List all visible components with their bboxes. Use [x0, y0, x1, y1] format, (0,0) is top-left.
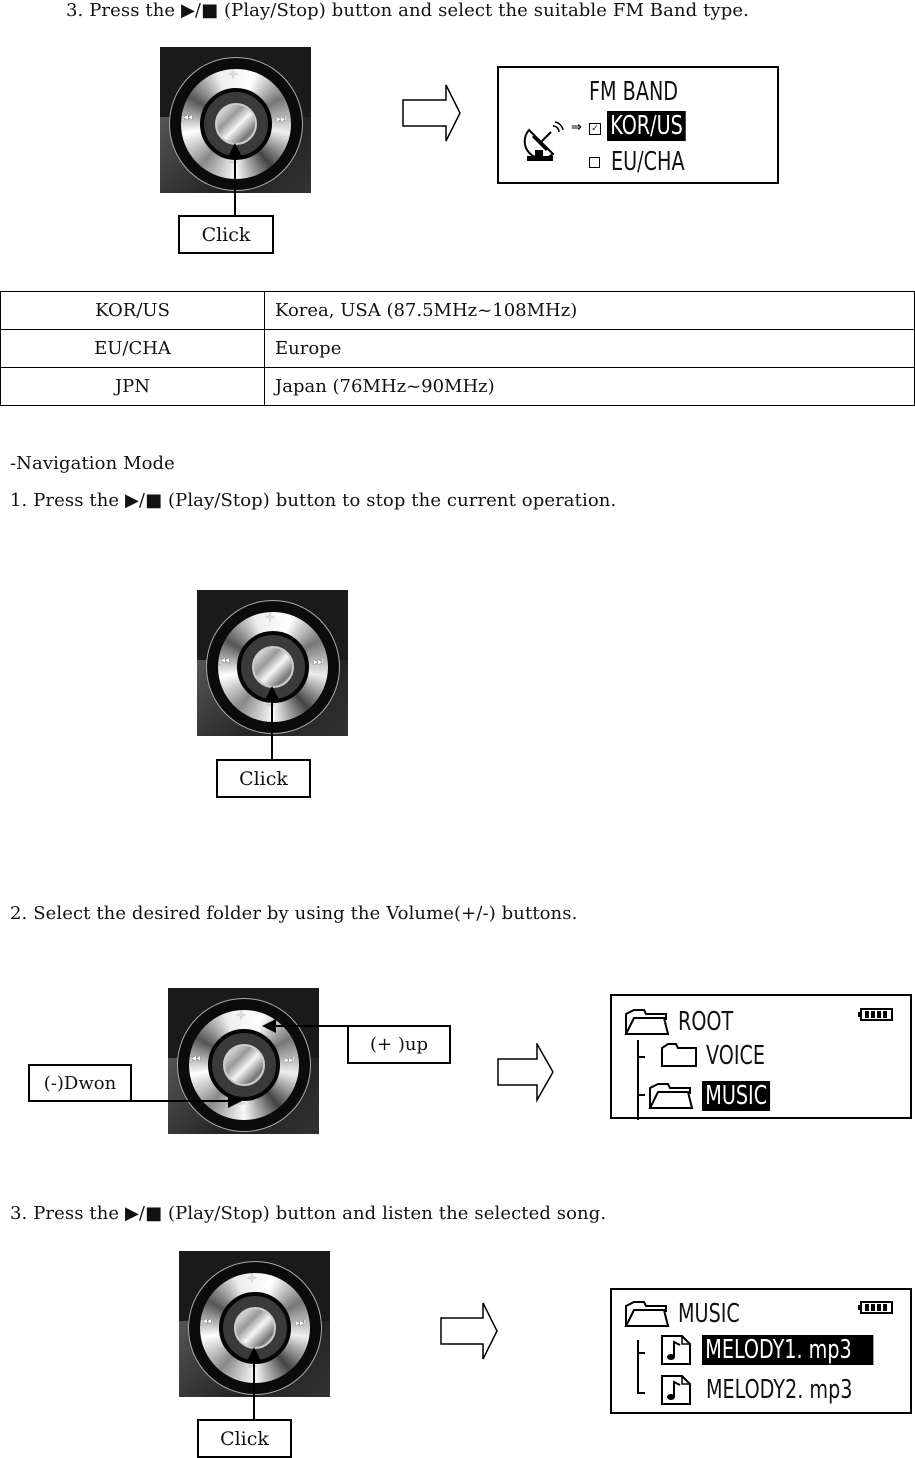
- lcd-folder-list: ROOT VOICE MUSIC: [610, 994, 912, 1120]
- click-label: Click: [197, 1419, 292, 1458]
- right-arrow-icon: [440, 1302, 498, 1360]
- pointer-arrowhead-icon: [228, 143, 242, 157]
- play-stop-button[interactable]: [251, 646, 294, 688]
- navigation-mode-heading: -Navigation Mode: [10, 453, 175, 474]
- play-stop-button[interactable]: [222, 1044, 265, 1086]
- down-pointer-line: [130, 1100, 230, 1102]
- prev-icon: ⏮: [182, 111, 193, 125]
- fm-step3-instruction: 3. Press the ▶/■ (Play/Stop) button and …: [66, 0, 749, 21]
- open-folder-icon: [624, 1009, 670, 1035]
- next-icon: ⏭: [295, 1315, 306, 1329]
- prev-icon: ⏮: [190, 1052, 201, 1066]
- pointer-line: [271, 699, 273, 759]
- pointer-line: [253, 1360, 255, 1420]
- tree-branch: [637, 1392, 645, 1394]
- battery-icon: [858, 1008, 893, 1021]
- play-stop-button[interactable]: [233, 1307, 276, 1349]
- folder-icon: [661, 1043, 697, 1067]
- pointer-arrowhead-icon: [265, 686, 279, 700]
- cursor-arrow-icon: ⇒: [571, 120, 582, 135]
- tree-branch: [637, 1094, 645, 1096]
- prev-icon: ⏮: [201, 1315, 212, 1329]
- up-pointer-line: [276, 1025, 348, 1027]
- prev-icon: ⏮: [219, 654, 230, 668]
- lcd-option-kor-us[interactable]: KOR/US: [607, 111, 687, 141]
- next-icon: ⏭: [276, 111, 287, 125]
- lcd-fm-band: FM BAND ⇒ ✓ KOR/US EU/CHA: [497, 66, 779, 184]
- fm-band-table: KOR/US Korea, USA (87.5MHz~108MHz) EU/CH…: [0, 291, 915, 406]
- lcd-fm-title: FM BAND: [589, 77, 679, 107]
- nav-step3-instruction: 3. Press the ▶/■ (Play/Stop) button and …: [10, 1203, 607, 1224]
- lcd-root-label: ROOT: [678, 1007, 734, 1037]
- music-file-icon: [661, 1335, 691, 1365]
- checkbox-checked-icon: ✓: [589, 123, 601, 135]
- tree-branch: [637, 1352, 645, 1354]
- control-wheel[interactable]: + − ⏮ ⏭: [168, 988, 319, 1134]
- plus-icon: +: [265, 610, 276, 624]
- nav-step2-instruction: 2. Select the desired folder by using th…: [10, 903, 578, 924]
- lcd-music-folder-label: MUSIC: [678, 1299, 740, 1329]
- pointer-line: [234, 156, 236, 216]
- play-stop-button[interactable]: [214, 103, 257, 145]
- next-icon: ⏭: [313, 654, 324, 668]
- next-icon: ⏭: [284, 1052, 295, 1066]
- table-row: EU/CHA Europe: [0, 329, 915, 368]
- lcd-song-melody1[interactable]: MELODY1. mp3: [702, 1335, 874, 1365]
- lcd-folder-voice[interactable]: VOICE: [706, 1042, 765, 1070]
- lcd-song-list: MUSIC MELODY1. mp3 MELODY2. mp3: [610, 1288, 912, 1414]
- up-arrowhead-icon: [262, 1019, 276, 1033]
- battery-icon: [858, 1301, 893, 1314]
- tree-branch: [637, 1056, 645, 1058]
- open-folder-icon: [624, 1301, 670, 1327]
- lcd-song-melody2[interactable]: MELODY2. mp3: [706, 1376, 852, 1404]
- checkbox-unchecked-icon: [589, 157, 600, 168]
- volume-down-label: (-)Dwon: [28, 1064, 132, 1102]
- click-label: Click: [178, 215, 274, 254]
- music-file-icon: [661, 1375, 691, 1405]
- satellite-dish-icon: [523, 121, 564, 161]
- table-row: JPN Japan (76MHz~90MHz): [0, 367, 915, 406]
- volume-up-label: (+ )up: [347, 1025, 451, 1064]
- down-arrowhead-icon: [228, 1094, 242, 1108]
- plus-icon: +: [247, 1271, 258, 1285]
- lcd-folder-music[interactable]: MUSIC: [702, 1081, 771, 1111]
- band-cell: JPN: [0, 367, 265, 406]
- description-cell: Japan (76MHz~90MHz): [264, 367, 915, 406]
- pointer-arrowhead-icon: [247, 1347, 261, 1361]
- band-cell: KOR/US: [0, 291, 265, 330]
- volume-plus-icon[interactable]: +: [236, 1008, 246, 1022]
- description-cell: Korea, USA (87.5MHz~108MHz): [264, 291, 915, 330]
- lcd-option-eu-cha[interactable]: EU/CHA: [611, 148, 685, 176]
- table-row: KOR/US Korea, USA (87.5MHz~108MHz): [0, 291, 915, 330]
- open-folder-icon: [648, 1083, 694, 1109]
- band-cell: EU/CHA: [0, 329, 265, 368]
- click-label: Click: [216, 759, 311, 798]
- nav-step1-instruction: 1. Press the ▶/■ (Play/Stop) button to s…: [10, 490, 617, 511]
- plus-icon: +: [228, 67, 239, 81]
- right-arrow-icon: [497, 1043, 554, 1103]
- description-cell: Europe: [264, 329, 915, 368]
- right-arrow-icon: [402, 84, 461, 142]
- tree-line: [637, 1040, 639, 1120]
- tree-line: [637, 1340, 639, 1394]
